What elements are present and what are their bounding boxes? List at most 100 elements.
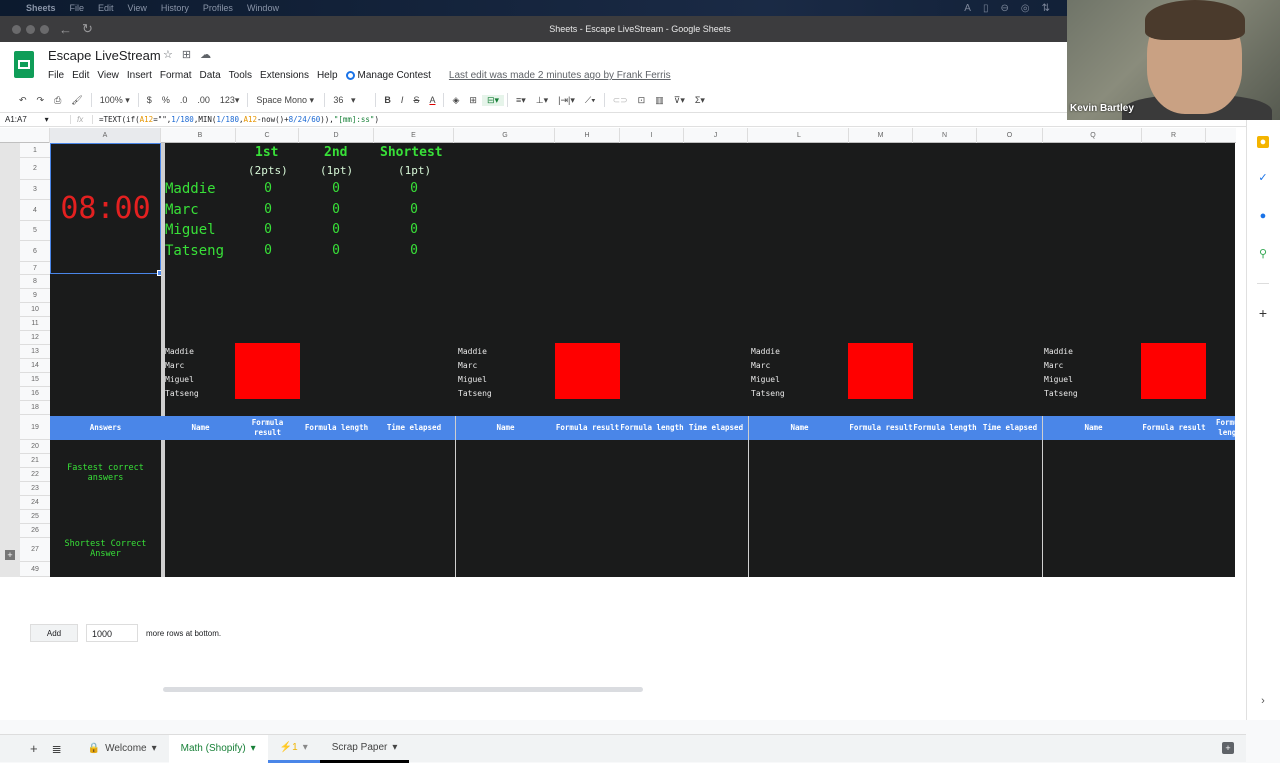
menu-tools[interactable]: Tools xyxy=(229,70,252,81)
row-header[interactable]: 21 xyxy=(20,454,50,468)
row-header[interactable]: 9 xyxy=(20,289,50,303)
move-folder-icon[interactable]: ⊞ xyxy=(182,48,191,61)
more-formats-button[interactable]: 123 ▾ xyxy=(215,95,245,106)
row-header[interactable]: 4 xyxy=(20,200,50,221)
strikethrough-button[interactable]: S xyxy=(408,95,424,105)
keep-icon[interactable]: ● xyxy=(1257,136,1269,148)
cloud-status-icon[interactable]: ☁ xyxy=(200,48,211,61)
explore-icon[interactable]: + xyxy=(1222,742,1234,754)
tab-math-shopify[interactable]: Math (Shopify) ▾ xyxy=(168,734,268,763)
italic-button[interactable]: I xyxy=(396,95,409,105)
col-header-o[interactable]: O xyxy=(977,128,1043,143)
add-rows-count-input[interactable]: 1000 xyxy=(86,624,138,642)
menu-extensions[interactable]: Extensions xyxy=(260,70,309,81)
menu-edit[interactable]: Edit xyxy=(72,70,89,81)
col-header-h[interactable]: H xyxy=(555,128,620,143)
row-header[interactable]: 27 xyxy=(20,538,50,562)
maps-icon[interactable]: ⚲ xyxy=(1257,248,1269,260)
row-header[interactable]: 10 xyxy=(20,303,50,317)
font-size-select[interactable]: 36 ▾ xyxy=(328,95,372,106)
add-sheet-icon[interactable]: + xyxy=(0,741,48,756)
row-header[interactable]: 14 xyxy=(20,359,50,373)
menu-view[interactable]: View xyxy=(97,70,119,81)
row-header[interactable]: 12 xyxy=(20,331,50,345)
all-sheets-icon[interactable]: ≣ xyxy=(48,742,76,756)
menubar-file[interactable]: File xyxy=(70,3,85,13)
text-wrap-icon[interactable]: |⇥|▾ xyxy=(553,95,580,106)
control-icon[interactable]: ⊖ xyxy=(1000,3,1008,14)
menu-data[interactable]: Data xyxy=(200,70,221,81)
menu-help[interactable]: Help xyxy=(317,70,338,81)
menu-manage-contest[interactable]: Manage Contest xyxy=(345,70,431,81)
menubar-window[interactable]: Window xyxy=(247,3,279,13)
tasks-icon[interactable]: ✓ xyxy=(1257,172,1269,184)
comment-icon[interactable]: ⊡ xyxy=(633,95,651,106)
row-header[interactable]: 11 xyxy=(20,317,50,331)
text-rotation-icon[interactable]: ⟋▾ xyxy=(580,95,601,106)
row-header[interactable]: 18 xyxy=(20,401,50,415)
col-header-n[interactable]: N xyxy=(913,128,977,143)
row-header[interactable]: 23 xyxy=(20,482,50,496)
menubar-profiles[interactable]: Profiles xyxy=(203,3,233,13)
menubar-edit[interactable]: Edit xyxy=(98,3,114,13)
menubar-view[interactable]: View xyxy=(128,3,147,13)
row-header[interactable]: 15 xyxy=(20,373,50,387)
row-header[interactable]: 1 xyxy=(20,143,50,158)
row-header[interactable]: 49 xyxy=(20,562,50,577)
col-header-i[interactable]: I xyxy=(620,128,684,143)
functions-icon[interactable]: Σ▾ xyxy=(690,95,710,106)
battery-icon[interactable]: ▯ xyxy=(983,3,989,14)
text-color-button[interactable]: A xyxy=(424,95,440,105)
tab-welcome[interactable]: 🔒 Welcome ▾ xyxy=(76,735,169,763)
menu-file[interactable]: File xyxy=(48,70,64,81)
zoom-select[interactable]: 100% ▾ xyxy=(95,95,135,106)
col-header-c[interactable]: C xyxy=(236,128,299,143)
add-addon-icon[interactable]: + xyxy=(1257,306,1269,320)
font-status-icon[interactable]: A xyxy=(964,3,971,14)
menu-format[interactable]: Format xyxy=(160,70,192,81)
contacts-icon[interactable]: ● xyxy=(1257,210,1269,222)
filter-icon[interactable]: ⊽▾ xyxy=(669,95,690,106)
row-header[interactable]: 2 xyxy=(20,158,50,180)
tab-scrap-paper[interactable]: Scrap Paper ▾ xyxy=(319,735,410,763)
col-header-a[interactable]: A xyxy=(50,128,161,143)
row-header[interactable]: 20 xyxy=(20,440,50,454)
paint-format-icon[interactable]: 🖌 xyxy=(66,95,87,106)
expand-panel-icon[interactable]: › xyxy=(1257,695,1269,707)
star-icon[interactable]: ☆ xyxy=(163,48,173,61)
row-header[interactable]: 3 xyxy=(20,180,50,200)
col-header-b[interactable]: B xyxy=(165,128,236,143)
row-header[interactable]: 7 xyxy=(20,262,50,275)
countdown-timer-cell[interactable]: 08:00 xyxy=(50,143,161,274)
share-icon[interactable]: ⇅ xyxy=(1042,3,1050,14)
sheets-logo-icon[interactable] xyxy=(14,51,34,78)
currency-button[interactable]: $ xyxy=(142,95,157,105)
last-edit-link[interactable]: Last edit was made 2 minutes ago by Fran… xyxy=(449,70,671,81)
row-header[interactable]: 19 xyxy=(20,415,50,440)
row-header[interactable]: 5 xyxy=(20,221,50,241)
vertical-align-icon[interactable]: ⊥▾ xyxy=(531,95,553,106)
undo-icon[interactable]: ↶ xyxy=(14,95,32,106)
bold-button[interactable]: B xyxy=(379,95,396,105)
menubar-app[interactable]: Sheets xyxy=(26,3,56,13)
col-header-r[interactable]: R xyxy=(1142,128,1206,143)
tab-lightning-1[interactable]: ⚡1 ▾ xyxy=(267,735,320,763)
col-header-q[interactable]: Q xyxy=(1045,128,1142,143)
borders-icon[interactable]: ⊞ xyxy=(464,95,482,106)
col-header-l[interactable]: L xyxy=(750,128,849,143)
chart-icon[interactable]: ▥ xyxy=(650,95,669,106)
col-header-m[interactable]: M xyxy=(849,128,913,143)
redo-icon[interactable]: ↷ xyxy=(32,95,50,106)
row-header[interactable]: 16 xyxy=(20,387,50,401)
print-icon[interactable]: ⎙ xyxy=(49,95,66,106)
menubar-history[interactable]: History xyxy=(161,3,189,13)
row-header[interactable]: 25 xyxy=(20,510,50,524)
decrease-decimal-button[interactable]: .0 xyxy=(175,95,193,105)
row-header[interactable]: 6 xyxy=(20,241,50,262)
link-icon[interactable]: ⊂⊃ xyxy=(608,95,633,106)
percent-button[interactable]: % xyxy=(157,95,175,105)
expand-group-button[interactable]: + xyxy=(5,550,15,560)
col-header-g[interactable]: G xyxy=(456,128,555,143)
col-header-e[interactable]: E xyxy=(374,128,454,143)
fill-color-icon[interactable]: ◈ xyxy=(447,95,464,106)
